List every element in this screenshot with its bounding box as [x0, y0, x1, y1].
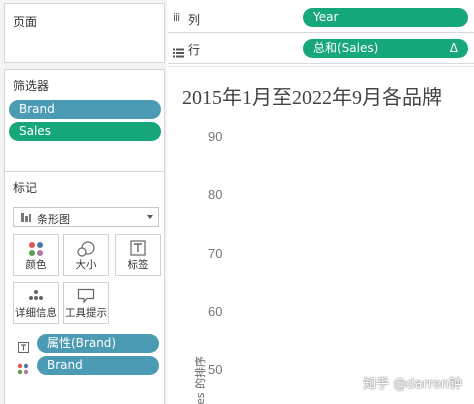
columns-shelf-label: 列: [188, 13, 201, 27]
color-dots-icon: [29, 242, 43, 256]
y-tick-label: 70: [208, 246, 223, 261]
tooltip-button-label: 工具提示: [65, 307, 107, 319]
chevron-down-icon: [147, 215, 153, 219]
rows-shelf-label: 行: [188, 43, 201, 57]
filters-title: 筛选器: [13, 79, 50, 93]
filter-pill-brand[interactable]: Brand: [9, 100, 161, 119]
text-label-icon: [130, 240, 146, 256]
left-panel-column: 页面 筛选器 Brand Sales 标记 条形图 颜色 大小 标签 详细信息 …: [0, 0, 167, 404]
rows-pill-label: 总和(Sales): [313, 41, 379, 55]
detail-dots-icon: [29, 290, 43, 300]
rows-icon: [173, 43, 184, 62]
delta-icon: Δ: [449, 41, 458, 55]
marks-title: 标记: [13, 181, 38, 195]
y-axis-label: es 的排序: [194, 356, 207, 404]
size-circles-icon: [77, 241, 95, 257]
columns-icon: iii: [173, 11, 180, 24]
columns-shelf[interactable]: iii 列 Year: [168, 3, 474, 33]
mark-type-label: 条形图: [37, 213, 70, 226]
label-button[interactable]: 标签: [115, 234, 161, 276]
y-tick-label: 60: [208, 304, 223, 319]
bar-chart-icon: [20, 211, 32, 226]
rows-pill-sum-sales[interactable]: 总和(Sales) Δ: [303, 39, 468, 58]
size-button[interactable]: 大小: [63, 234, 109, 276]
mark-field-pill-attr-brand[interactable]: 属性(Brand): [37, 334, 159, 353]
marks-card: 标记 条形图 颜色 大小 标签 详细信息 工具提示 属性(Brand) Bran…: [4, 171, 165, 404]
pages-card[interactable]: 页面: [4, 3, 165, 63]
filter-pill-sales[interactable]: Sales: [9, 122, 161, 141]
filters-card[interactable]: 筛选器 Brand Sales: [4, 69, 165, 173]
columns-pill-year[interactable]: Year: [303, 8, 468, 27]
y-tick-label: 50: [208, 362, 223, 377]
color-field-icon: [17, 360, 29, 379]
mark-type-dropdown[interactable]: 条形图: [13, 207, 159, 227]
label-button-label: 标签: [127, 259, 149, 271]
size-button-label: 大小: [75, 259, 97, 271]
y-tick-label: 90: [208, 129, 223, 144]
y-tick-label: 80: [208, 187, 223, 202]
detail-button[interactable]: 详细信息: [13, 282, 59, 324]
color-button[interactable]: 颜色: [13, 234, 59, 276]
color-button-label: 颜色: [25, 259, 47, 271]
tooltip-bubble-icon: [77, 288, 95, 304]
worksheet-area: iii 列 Year 行 总和(Sales) Δ 2015年1月至2022年9月…: [168, 0, 474, 404]
rows-shelf[interactable]: 行 总和(Sales) Δ: [168, 34, 474, 64]
chart-title: 2015年1月至2022年9月各品牌: [182, 87, 442, 109]
pages-title: 页面: [13, 15, 38, 29]
watermark: 知乎 @darren钟: [363, 377, 462, 392]
text-field-icon: [18, 338, 29, 357]
chart-canvas: 2015年1月至2022年9月各品牌 90 80 70 60 50 es 的排序…: [168, 66, 474, 404]
mark-field-pill-brand[interactable]: Brand: [37, 356, 159, 375]
detail-button-label: 详细信息: [15, 307, 57, 319]
tooltip-button[interactable]: 工具提示: [63, 282, 109, 324]
